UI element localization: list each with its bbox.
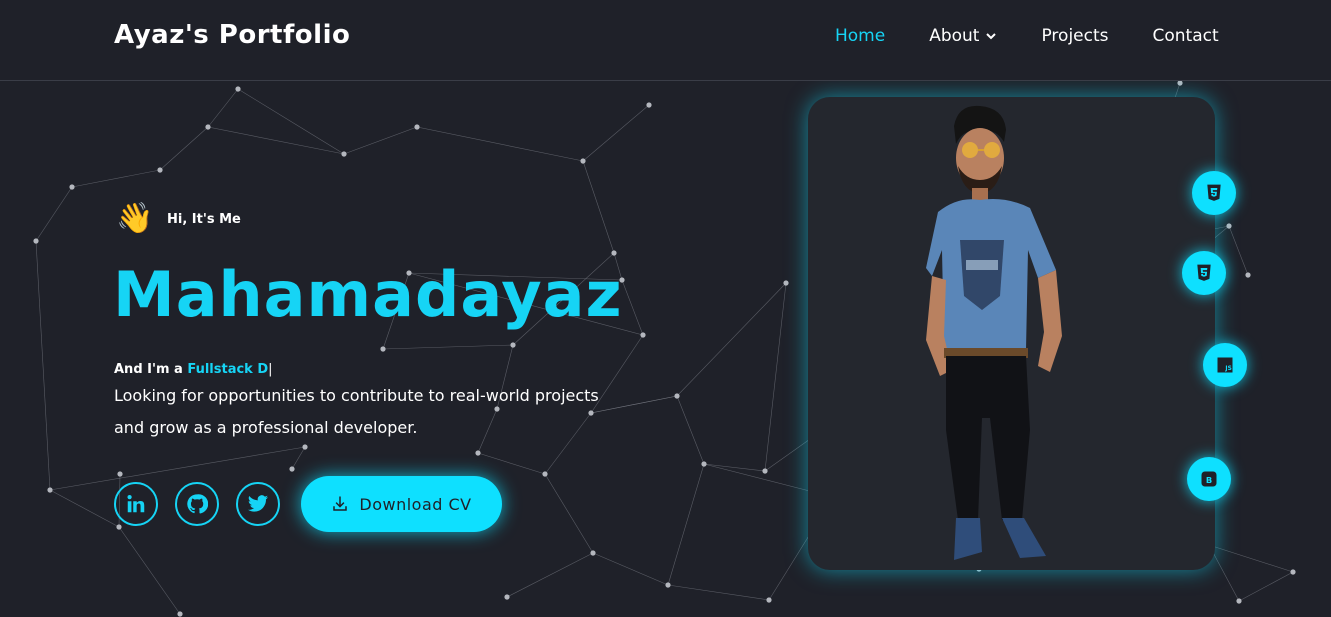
github-icon: [187, 494, 208, 514]
typing-cursor: |: [268, 362, 273, 377]
hero-role-prefix: And I'm a: [114, 362, 188, 377]
linkedin-button[interactable]: [114, 482, 158, 526]
nav-link-about-label: About: [929, 26, 980, 46]
portfolio-page: Ayaz's Portfolio Home About Projects Con…: [0, 0, 1331, 617]
hero-name: Mahamadayaz: [113, 258, 623, 331]
chevron-down-icon: [986, 33, 997, 40]
hero-greeting: Hi, It's Me: [167, 212, 241, 227]
hero-role-typed: Fullstack D: [187, 362, 269, 377]
nav-links: Home About Projects Contact: [835, 26, 1263, 46]
download-cv-label: Download CV: [359, 494, 472, 514]
download-cv-button[interactable]: Download CV: [301, 476, 502, 532]
twitter-button[interactable]: [236, 482, 280, 526]
navbar: Ayaz's Portfolio Home About Projects Con…: [0, 0, 1331, 81]
download-icon: [333, 496, 348, 511]
nav-link-contact-label: Contact: [1152, 26, 1219, 46]
hero-section: 👋 Hi, It's Me Mahamadayaz And I'm a Full…: [0, 0, 1331, 617]
nav-link-projects-label: Projects: [1041, 26, 1109, 46]
waving-hand-icon: 👋: [116, 202, 154, 235]
nav-link-home[interactable]: Home: [835, 26, 885, 46]
nav-link-home-label: Home: [835, 26, 886, 46]
hero-description: Looking for opportunities to contribute …: [114, 386, 599, 437]
linkedin-icon: [127, 495, 145, 513]
nav-link-about[interactable]: About: [929, 26, 997, 46]
twitter-icon: [247, 495, 269, 512]
nav-link-contact[interactable]: Contact: [1153, 26, 1219, 46]
social-links: [114, 482, 297, 526]
nav-link-projects[interactable]: Projects: [1041, 26, 1108, 46]
github-button[interactable]: [175, 482, 219, 526]
brand-logo[interactable]: Ayaz's Portfolio: [114, 20, 350, 50]
hero-role: And I'm a Fullstack D|: [114, 362, 273, 377]
